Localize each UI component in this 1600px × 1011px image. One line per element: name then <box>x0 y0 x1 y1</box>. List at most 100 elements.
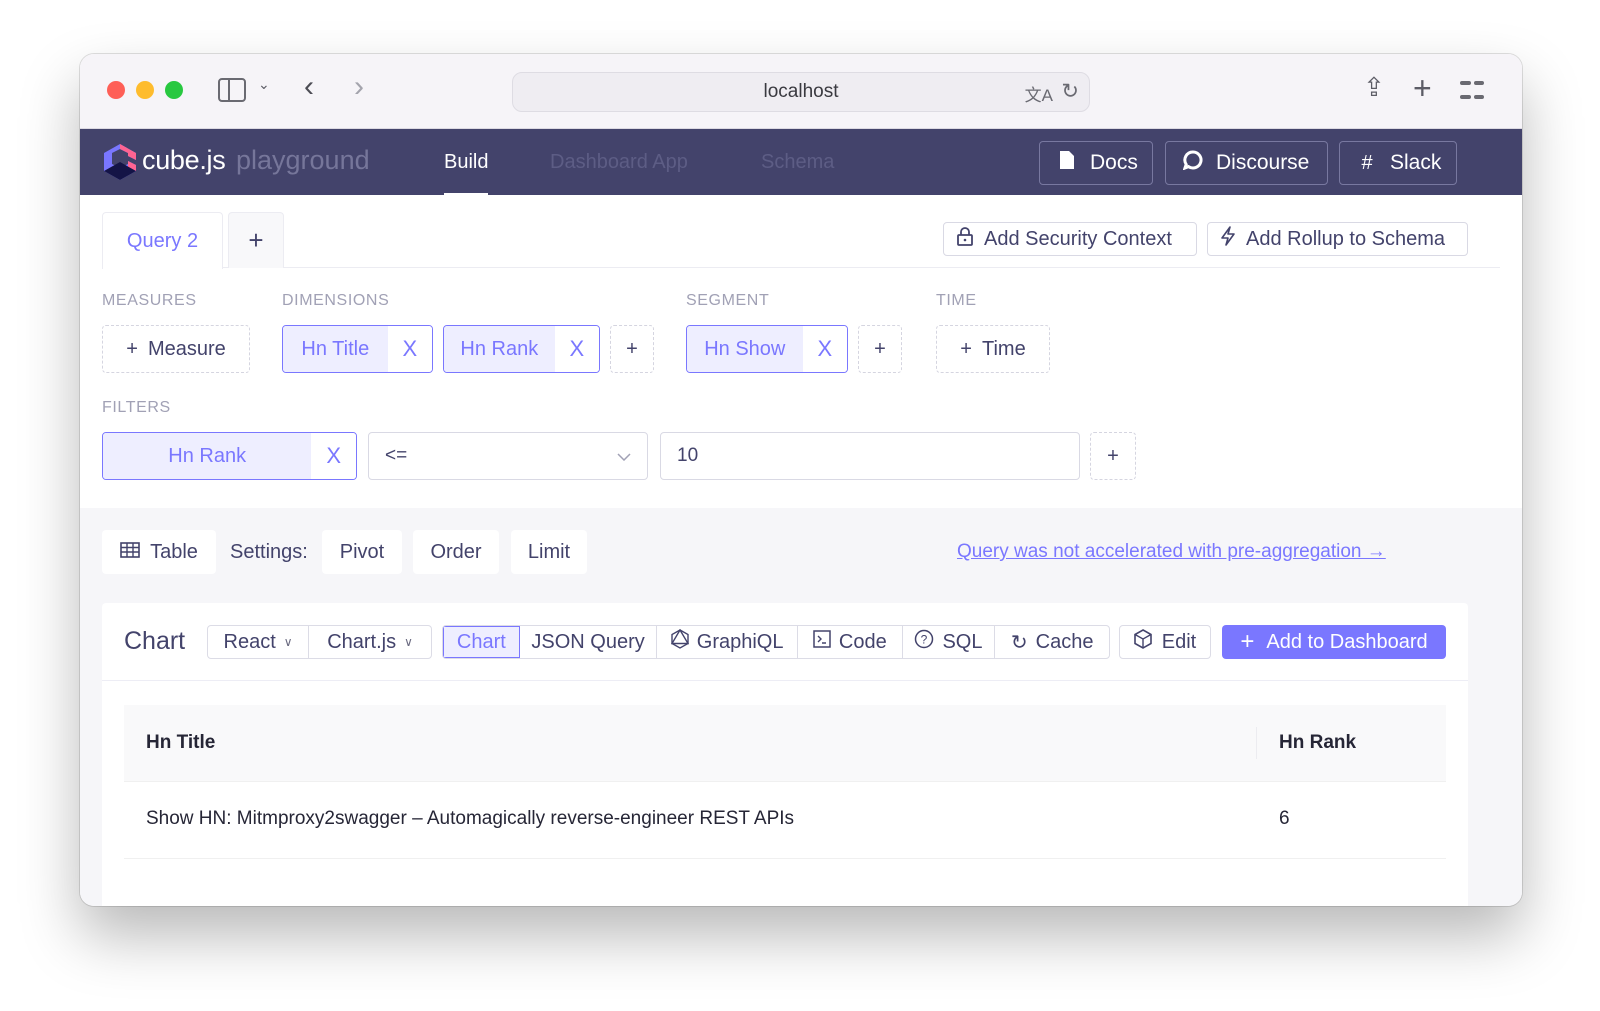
grid-icon[interactable] <box>1460 78 1484 102</box>
address-bar[interactable]: localhost 文A ↻ <box>512 72 1090 112</box>
edit-button[interactable]: Edit <box>1119 625 1211 659</box>
segment-pill[interactable]: Hn Show X <box>686 325 848 373</box>
plus-icon: + <box>1107 444 1119 467</box>
add-measure-label: Measure <box>147 337 226 360</box>
chart-card-header: Chart React ∨ Chart.js ∨ Chart JSON Quer… <box>102 603 1468 681</box>
add-dimension-button[interactable]: + <box>610 325 654 373</box>
limit-button[interactable]: Limit <box>511 530 587 574</box>
tab-query-2[interactable]: Query 2 <box>102 212 223 269</box>
plus-icon: + <box>126 337 138 360</box>
cell-hn-rank: 6 <box>1279 808 1290 829</box>
dimensions-label: DIMENSIONS <box>282 292 390 309</box>
filter-value-input[interactable]: 10 <box>660 432 1080 480</box>
docs-label: Docs <box>1090 151 1138 174</box>
tab-cache[interactable]: ↻ Cache <box>995 626 1109 658</box>
chevron-down-icon: ∨ <box>404 635 413 649</box>
dimension-pill[interactable]: Hn Title X <box>282 325 433 373</box>
pivot-button[interactable]: Pivot <box>322 530 402 574</box>
plus-icon[interactable]: + <box>1413 70 1432 107</box>
tab-json-query[interactable]: JSON Query <box>520 626 658 658</box>
slack-button[interactable]: # Slack <box>1339 141 1457 185</box>
framework-select[interactable]: React ∨ <box>208 626 310 658</box>
add-time-button[interactable]: + Time <box>936 325 1050 373</box>
chart-library-value: Chart.js <box>327 630 397 653</box>
chevron-down-icon <box>617 448 631 464</box>
order-button[interactable]: Order <box>413 530 499 574</box>
translate-icon[interactable]: 文A <box>1025 81 1053 106</box>
sidebar-icon[interactable] <box>218 78 246 102</box>
remove-icon[interactable]: X <box>802 326 847 372</box>
slack-label: Slack <box>1390 151 1442 174</box>
segment-label: SEGMENT <box>686 292 770 309</box>
chart-card-title: Chart <box>124 627 186 655</box>
browser-toolbar: ⌄ ‹ › localhost 文A ↻ ⇪ + <box>80 54 1522 129</box>
filter-operator-select[interactable]: <= <box>368 432 648 480</box>
preaggregation-link[interactable]: Query was not accelerated with pre-aggre… <box>957 541 1386 563</box>
framework-selectors: React ∨ Chart.js ∨ <box>207 625 432 659</box>
chart-library-select[interactable]: Chart.js ∨ <box>309 626 431 658</box>
framework-value: React <box>223 630 276 653</box>
maximize-window-button[interactable] <box>165 81 183 99</box>
codesandbox-icon <box>1133 629 1152 655</box>
segment-pill-label[interactable]: Hn Show <box>687 326 803 372</box>
column-header-hn-rank[interactable]: Hn Rank <box>1279 732 1356 754</box>
column-header-hn-title[interactable]: Hn Title <box>146 732 215 754</box>
remove-icon[interactable]: X <box>387 326 432 372</box>
add-time-label: Time <box>981 337 1026 360</box>
chevron-right-icon[interactable]: › <box>354 70 364 104</box>
cell-hn-title: Show HN: Mitmproxy2swagger – Automagical… <box>146 808 795 829</box>
add-segment-button[interactable]: + <box>858 325 902 373</box>
discourse-icon <box>1182 150 1204 176</box>
filter-value: 10 <box>677 445 699 466</box>
chart-type-button[interactable]: Table <box>102 530 216 574</box>
file-icon <box>1056 150 1078 176</box>
tab-sql[interactable]: ? SQL <box>903 626 996 658</box>
remove-icon[interactable]: X <box>554 326 599 372</box>
chevron-down-icon[interactable]: ⌄ <box>258 76 270 93</box>
docs-button[interactable]: Docs <box>1039 141 1153 185</box>
discourse-button[interactable]: Discourse <box>1165 141 1328 185</box>
edit-label: Edit <box>1161 630 1197 653</box>
tab-code[interactable]: Code <box>798 626 903 658</box>
add-security-context-button[interactable]: Add Security Context <box>943 222 1197 256</box>
tab-graphiql-label: GraphiQL <box>696 630 784 653</box>
add-security-context-label: Add Security Context <box>984 227 1172 250</box>
chevron-left-icon[interactable]: ‹ <box>304 70 314 104</box>
add-rollup-label: Add Rollup to Schema <box>1246 227 1446 250</box>
tab-chart[interactable]: Chart <box>443 626 520 658</box>
minimize-window-button[interactable] <box>136 81 154 99</box>
plus-icon: + <box>626 337 638 360</box>
nav-tab-schema[interactable]: Schema <box>761 151 834 174</box>
filter-member-pill[interactable]: Hn Rank X <box>102 432 357 480</box>
settings-label: Settings: <box>230 541 308 563</box>
tab-code-label: Code <box>838 630 887 653</box>
dimension-label[interactable]: Hn Title <box>283 326 388 372</box>
add-measure-button[interactable]: + Measure <box>102 325 250 373</box>
add-rollup-button[interactable]: Add Rollup to Schema <box>1207 222 1468 256</box>
graphql-icon <box>670 628 690 655</box>
results-table: Hn Title Hn Rank Show HN: Mitmproxy2swag… <box>124 705 1446 859</box>
add-to-dashboard-button[interactable]: + Add to Dashboard <box>1222 625 1446 659</box>
add-query-tab-button[interactable]: + <box>228 212 284 268</box>
share-icon[interactable]: ⇪ <box>1363 72 1385 103</box>
browser-window: ⌄ ‹ › localhost 文A ↻ ⇪ + cube.js playgro… <box>80 54 1522 906</box>
nav-tab-dashboard-app[interactable]: Dashboard App <box>550 151 688 174</box>
column-divider <box>1256 727 1257 759</box>
nav-tab-build[interactable]: Build <box>444 151 489 196</box>
view-tabs: Chart JSON Query GraphiQL Code ? SQL ↻ C… <box>442 625 1110 659</box>
add-to-dashboard-label: Add to Dashboard <box>1266 630 1428 653</box>
dimension-pill[interactable]: Hn Rank X <box>443 325 600 373</box>
plus-icon: + <box>874 337 886 360</box>
dimension-label[interactable]: Hn Rank <box>444 326 555 372</box>
url-text: localhost <box>763 81 839 102</box>
tab-graphiql[interactable]: GraphiQL <box>657 626 798 658</box>
table-icon <box>120 541 140 564</box>
query-builder: Query 2 + Add Security Context Add Rollu… <box>80 195 1522 508</box>
cubejs-logo-icon[interactable] <box>102 142 138 182</box>
reload-icon[interactable]: ↻ <box>1061 79 1079 104</box>
filter-member-label[interactable]: Hn Rank <box>103 433 312 479</box>
add-filter-button[interactable]: + <box>1090 432 1136 480</box>
app-header: cube.js playground Build Dashboard App S… <box>80 129 1522 196</box>
remove-icon[interactable]: X <box>311 433 356 479</box>
close-window-button[interactable] <box>107 81 125 99</box>
